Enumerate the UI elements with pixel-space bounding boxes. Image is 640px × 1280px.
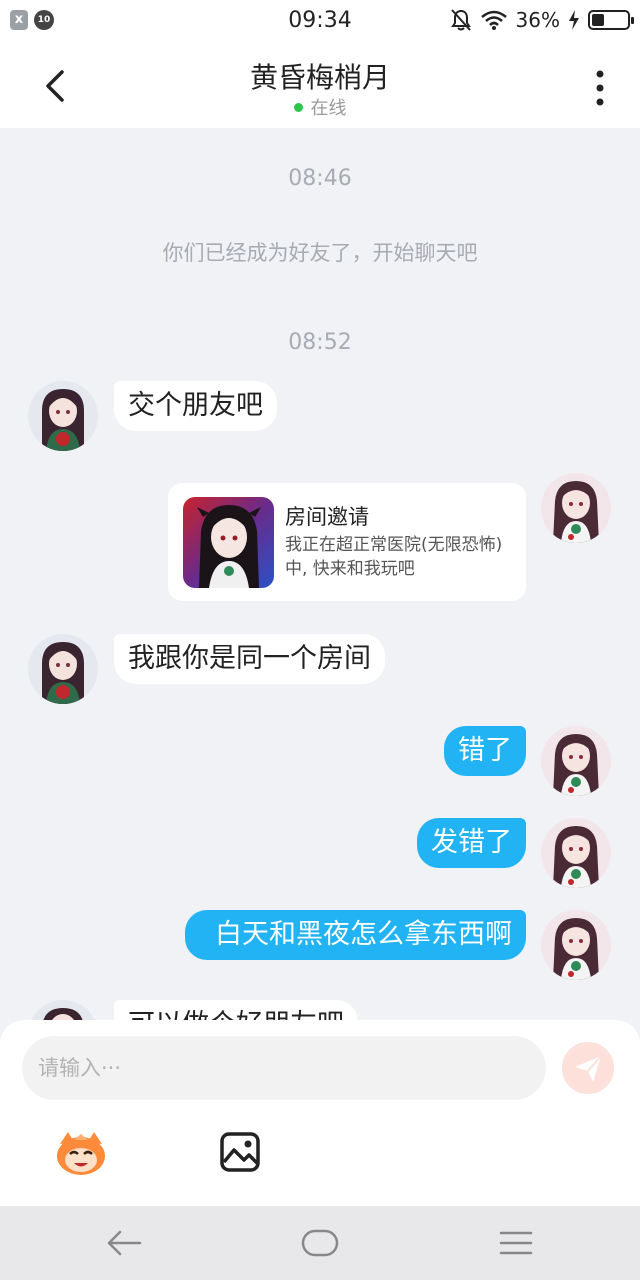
- invite-description: 我正在超正常医院(无限恐怖)中, 快来和我玩吧: [285, 535, 503, 579]
- input-panel: [0, 1020, 640, 1206]
- online-status-label: 在线: [310, 98, 347, 119]
- online-dot-icon: [293, 103, 303, 112]
- nav-home-icon[interactable]: [301, 1228, 339, 1258]
- battery-icon: [588, 10, 634, 30]
- message-bubble[interactable]: 交个朋友吧: [114, 381, 277, 431]
- room-invite-card[interactable]: 房间邀请 我正在超正常医院(无限恐怖)中, 快来和我玩吧: [168, 483, 526, 601]
- charging-bolt-icon: [569, 10, 579, 30]
- my-avatar[interactable]: [541, 726, 611, 796]
- nav-menu-icon[interactable]: [498, 1228, 534, 1258]
- my-avatar[interactable]: [541, 910, 611, 980]
- more-vertical-icon[interactable]: [588, 68, 612, 108]
- online-status: 在线: [0, 94, 640, 120]
- bell-off-icon: [450, 9, 471, 31]
- system-nav-bar: [0, 1206, 640, 1280]
- status-bar: x 10 09:34 36%: [0, 0, 640, 44]
- my-avatar[interactable]: [541, 473, 611, 543]
- nav-back-icon[interactable]: [106, 1228, 142, 1258]
- mascot-emoji-icon[interactable]: [54, 1130, 108, 1176]
- send-icon[interactable]: [562, 1042, 614, 1094]
- contact-avatar[interactable]: [28, 634, 98, 704]
- invite-game-thumbnail: [183, 497, 274, 588]
- contact-avatar[interactable]: [28, 381, 98, 451]
- message-bubble[interactable]: 我跟你是同一个房间: [114, 634, 385, 684]
- status-right-icons: 36%: [450, 8, 634, 32]
- wifi-icon: [480, 10, 507, 30]
- system-message: 你们已经成为好友了，开始聊天吧: [162, 241, 478, 265]
- battery-level-fill: [592, 14, 604, 26]
- battery-percent: 36%: [515, 8, 560, 32]
- image-icon[interactable]: [218, 1130, 262, 1174]
- message-input[interactable]: [22, 1036, 546, 1100]
- timestamp: 08:46: [288, 166, 352, 191]
- timestamp: 08:52: [288, 330, 352, 355]
- message-bubble[interactable]: 发错了: [417, 818, 526, 868]
- invite-title: 房间邀请: [285, 505, 369, 529]
- chat-header: 黄昏梅梢月 在线: [0, 44, 640, 128]
- my-avatar[interactable]: [541, 818, 611, 888]
- message-bubble[interactable]: 错了: [444, 726, 526, 776]
- contact-name: 黄昏梅梢月: [249, 61, 390, 94]
- message-bubble[interactable]: 白天和黑夜怎么拿东西啊: [185, 910, 526, 960]
